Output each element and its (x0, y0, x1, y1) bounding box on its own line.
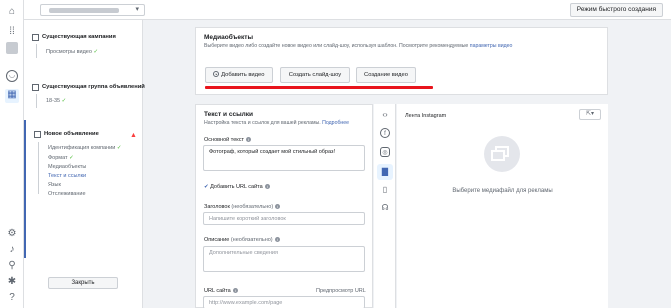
more-link[interactable]: Подробнее (322, 120, 349, 126)
select-media-text: Выберите медиафайл для рекламы (452, 188, 553, 194)
close-button[interactable]: Закрыть (48, 277, 118, 289)
question-icon[interactable]: ? (6, 292, 18, 304)
primary-text-label: Основной текст i (204, 137, 251, 143)
folder-icon (32, 34, 39, 41)
mobile-icon[interactable]: ▯ (380, 185, 390, 195)
adset-title: Существующая группа объявлений (42, 84, 145, 90)
video-params-link[interactable]: параметры видео (470, 43, 513, 49)
info-icon: i (275, 204, 281, 210)
quick-create-mode-button[interactable]: Режим быстрого создания (569, 3, 663, 17)
table-icon[interactable]: ▦ (5, 89, 19, 103)
adset-icon (32, 84, 39, 91)
media-placeholder-icon (484, 136, 520, 172)
check-icon: ✔ (204, 184, 209, 190)
stories-icon[interactable]: ▇ (380, 167, 390, 177)
play-icon: ▸ (213, 71, 220, 78)
site-url-input[interactable]: http://www.example.com/page (203, 296, 365, 308)
text-links-subtitle: Настройка текста и ссылок для вашей рекл… (204, 120, 350, 126)
site-url-label: URL сайта i (204, 288, 238, 294)
tree-line (36, 94, 37, 108)
left-icon-rail: ⌂ ⁞⁞ ◡ ▦ ⚙ ♪ ⚲ ✱ ? (0, 0, 24, 308)
info-icon: i (246, 137, 251, 143)
warning-icon: ▲ (130, 132, 137, 139)
media-title: Медиаобъекты (204, 34, 254, 41)
settings-icon[interactable]: ⚙ (6, 228, 18, 240)
new-ad-section[interactable]: Новое объявление ▲ Идентификация компани… (24, 120, 142, 258)
home-icon[interactable]: ⌂ (6, 6, 18, 18)
ad-preview-panel: Лента Instagram ⇱▾ Выберите медиафайл дл… (397, 104, 608, 308)
ad-account-selector[interactable]: ▾ (40, 4, 145, 16)
add-url-checkbox[interactable]: ✔ Добавить URL сайта i (204, 184, 270, 190)
headline-label: Заголовок (необязательно) i (204, 204, 281, 210)
preview-options-dropdown[interactable]: ⇱▾ (579, 109, 601, 120)
headline-input[interactable]: Напишите короткий заголовок (203, 212, 365, 225)
bell-icon[interactable]: ♪ (6, 244, 18, 256)
info-icon: i (264, 184, 270, 190)
create-video-button[interactable]: Создание видео (356, 67, 416, 83)
bug-icon[interactable]: ✱ (6, 276, 18, 288)
text-links-title: Текст и ссылки (204, 111, 253, 118)
url-preview-link[interactable]: Предпросмотр URL (316, 288, 366, 294)
facebook-icon[interactable]: f (380, 128, 390, 138)
media-card: Медиаобъекты Выберите видео либо создайт… (195, 27, 608, 95)
campaign-title: Существующая кампания (42, 34, 116, 40)
preview-feed-label: Лента Instagram (405, 113, 447, 119)
nav-item-text-links[interactable]: Текст и ссылки (48, 173, 86, 179)
instagram-icon[interactable]: ◎ (380, 147, 390, 157)
highlight-underline (205, 86, 433, 89)
nav-item-format[interactable]: Формат ✓ (48, 155, 74, 161)
nav-item-language[interactable]: Язык (48, 182, 61, 188)
description-label: Описание (необязательно) i (204, 237, 280, 243)
nav-item-identity[interactable]: Идентификация компании ✓ (48, 145, 121, 151)
placement-rail: ‹› f ◎ ▇ ▯ ☊ (374, 104, 396, 308)
search-icon[interactable]: ⚲ (6, 260, 18, 272)
description-input[interactable]: Дополнительные сведения (203, 246, 365, 272)
ad-structure-sidebar: Существующая кампания Просмотры видео ✓ … (24, 20, 145, 308)
grid-icon[interactable]: ⁞⁞ (6, 26, 18, 38)
account-icon[interactable] (6, 42, 18, 54)
campaign-objective: Просмотры видео ✓ (46, 49, 99, 55)
adset-audience: 18-35 ✓ (46, 98, 67, 104)
info-icon: i (274, 237, 280, 243)
chevrons-icon[interactable]: ‹› (380, 110, 390, 120)
ad-icon (34, 131, 41, 138)
messenger-icon[interactable]: ☊ (380, 203, 390, 213)
add-video-button[interactable]: ▸ Добавить видео (205, 67, 273, 83)
nav-item-tracking[interactable]: Отслеживание (48, 191, 86, 197)
primary-text-field[interactable]: Фотограф, который создает мой стильный о… (203, 145, 365, 171)
new-ad-title: Новое объявление (44, 131, 99, 137)
media-subtitle: Выберите видео либо создайте новое видео… (204, 43, 513, 49)
smile-icon[interactable]: ◡ (6, 70, 18, 82)
chevron-down-icon: ▾ (135, 6, 139, 13)
tree-line (36, 44, 37, 58)
info-icon: i (232, 288, 238, 294)
account-name-blurred (49, 8, 119, 13)
tree-line (38, 142, 39, 194)
create-slideshow-button[interactable]: Создать слайд-шоу (280, 67, 350, 83)
nav-item-media[interactable]: Медиаобъекты (48, 164, 86, 170)
top-bar: ▾ Режим быстрого создания (24, 0, 671, 20)
